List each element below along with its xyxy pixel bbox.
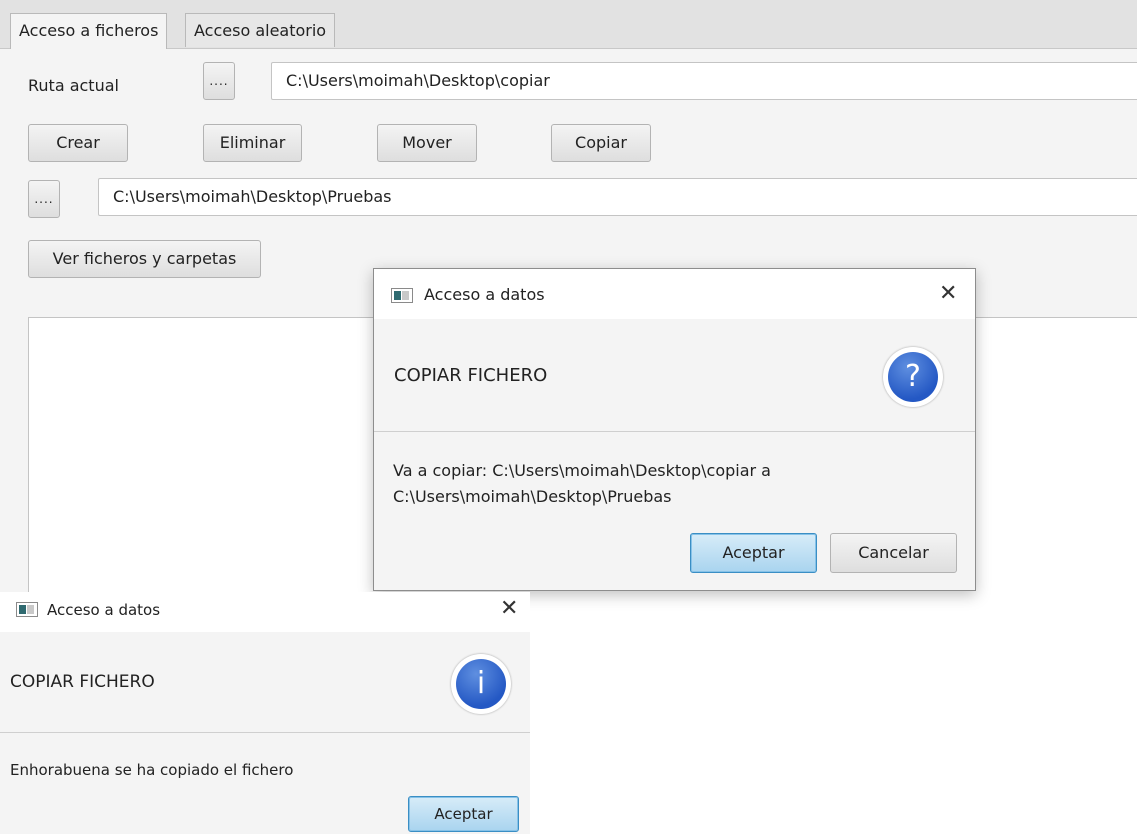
move-button[interactable]: Mover (377, 124, 477, 162)
create-button[interactable]: Crear (28, 124, 128, 162)
dialog-message: Enhorabuena se ha copiado el fichero (10, 761, 294, 779)
confirm-ok-button[interactable]: Aceptar (690, 533, 817, 573)
tab-bar: Acceso a ficheros Acceso aleatorio (0, 0, 1137, 49)
dialog-message-line2: C:\Users\moimah\Desktop\Pruebas (393, 487, 672, 506)
dialog-header-text: COPIAR FICHERO (10, 672, 155, 692)
dialog-title: Acceso a datos (424, 285, 545, 304)
dialog-message-line1: Va a copiar: C:\Users\moimah\Desktop\cop… (393, 461, 771, 480)
delete-button[interactable]: Eliminar (203, 124, 302, 162)
dialog-header: COPIAR FICHERO i (0, 632, 530, 733)
dialog-titlebar: Acceso a datos ✕ (374, 269, 975, 319)
dialog-header: COPIAR FICHERO ? (374, 319, 975, 432)
browse-current-path-button[interactable]: .... (203, 62, 235, 100)
view-files-button[interactable]: Ver ficheros y carpetas (28, 240, 261, 278)
app-window-icon (391, 288, 413, 303)
confirm-dialog: Acceso a datos ✕ COPIAR FICHERO ? Va a c… (373, 268, 976, 591)
question-icon: ? (883, 347, 943, 407)
browse-dest-path-button[interactable]: .... (28, 180, 60, 218)
close-icon[interactable]: ✕ (939, 283, 957, 305)
dialog-header-text: COPIAR FICHERO (394, 365, 548, 386)
tab-acceso-ficheros[interactable]: Acceso a ficheros (10, 13, 168, 49)
tab-acceso-aleatorio[interactable]: Acceso aleatorio (185, 13, 336, 47)
dest-path-input[interactable]: C:\Users\moimah\Desktop\Pruebas (98, 178, 1137, 216)
current-path-input[interactable]: C:\Users\moimah\Desktop\copiar (271, 62, 1137, 100)
dialog-titlebar: Acceso a datos ✕ (0, 592, 530, 632)
info-dialog: Acceso a datos ✕ COPIAR FICHERO i Enhora… (0, 592, 530, 834)
current-path-label: Ruta actual (28, 76, 119, 95)
close-icon[interactable]: ✕ (500, 598, 518, 620)
app-window-icon (16, 602, 38, 617)
copy-button[interactable]: Copiar (551, 124, 651, 162)
confirm-cancel-button[interactable]: Cancelar (830, 533, 957, 573)
dialog-title: Acceso a datos (47, 601, 161, 619)
info-icon: i (451, 654, 511, 714)
info-ok-button[interactable]: Aceptar (408, 796, 519, 832)
